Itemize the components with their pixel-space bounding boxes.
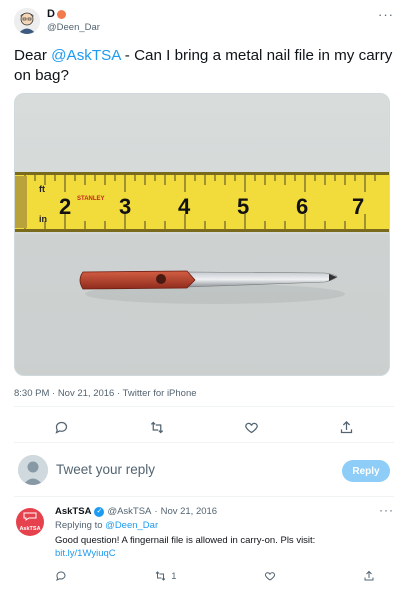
reply-text-body: Good question! A fingernail file is allo… (55, 535, 316, 546)
tweet-actions (14, 416, 394, 438)
reply-compose: Tweet your reply Reply (14, 452, 394, 492)
ruler-number: 4 (178, 194, 191, 219)
divider (14, 406, 394, 407)
separator: · (154, 506, 158, 517)
share-icon[interactable] (363, 570, 375, 582)
reply-author-handle[interactable]: @AskTSA (107, 506, 151, 517)
author-name[interactable]: D (47, 8, 66, 20)
ruler-number: 2 (59, 194, 71, 219)
author-name-text: D (47, 8, 55, 20)
reply-date[interactable]: Nov 21, 2016 (161, 506, 218, 517)
nail-file-photo: ft in STANLEY 2 3 4 5 6 7 (15, 94, 389, 375)
reply-input[interactable]: Tweet your reply (56, 462, 155, 477)
ruler-number: 7 (352, 194, 364, 219)
reply-header: AskTSA ✓ @AskTSA · Nov 21, 2016 (55, 506, 217, 517)
more-icon[interactable]: ··· (379, 503, 394, 517)
replying-to: Replying to @Deen_Dar (55, 520, 158, 531)
reply-link[interactable]: bit.ly/1WyiuqC (55, 548, 116, 559)
author-handle[interactable]: @Deen_Dar (47, 22, 100, 33)
heart-icon[interactable] (241, 416, 263, 438)
replying-to-handle[interactable]: @Deen_Dar (105, 520, 158, 531)
ruler-number: 3 (119, 194, 131, 219)
ruler-unit-ft: ft (39, 184, 45, 194)
retweet-icon[interactable] (146, 416, 168, 438)
ruler-brand: STANLEY (77, 196, 105, 202)
replying-to-prefix: Replying to (55, 520, 103, 531)
verified-badge-icon: ✓ (94, 506, 105, 517)
asktsa-avatar[interactable]: AskTSA (16, 508, 44, 536)
divider (14, 442, 394, 443)
divider (14, 496, 394, 497)
reply-author-name[interactable]: AskTSA (55, 506, 91, 517)
reply-text: Good question! A fingernail file is allo… (55, 534, 385, 560)
reply-actions: 1 (55, 570, 375, 582)
ruler-number: 6 (296, 194, 308, 219)
author-avatar[interactable] (14, 8, 40, 34)
user-avatar[interactable] (18, 455, 48, 485)
tweet-text: Dear @AskTSA - Can I bring a metal nail … (14, 46, 394, 86)
ruler-number: 5 (237, 194, 249, 219)
heart-icon[interactable] (264, 570, 276, 582)
retweet-count: 1 (171, 571, 177, 581)
ruler-unit-in: in (39, 214, 47, 224)
tweet-text-before: Dear (14, 47, 52, 64)
peach-emoji-icon (56, 9, 66, 19)
tweet-photo[interactable]: ft in STANLEY 2 3 4 5 6 7 (14, 93, 390, 376)
reply-button[interactable]: Reply (342, 460, 390, 482)
tweet-meta[interactable]: 8:30 PM · Nov 21, 2016 · Twitter for iPh… (14, 388, 197, 399)
more-icon[interactable]: ··· (378, 7, 394, 22)
asktsa-avatar-label: AskTSA (19, 526, 41, 532)
tweet-mention-link[interactable]: @AskTSA (51, 47, 120, 64)
reply-icon[interactable] (51, 416, 73, 438)
reply-icon[interactable] (55, 570, 67, 582)
share-icon[interactable] (336, 416, 358, 438)
retweet-icon[interactable]: 1 (154, 570, 176, 582)
chat-bubble-icon (23, 512, 37, 521)
